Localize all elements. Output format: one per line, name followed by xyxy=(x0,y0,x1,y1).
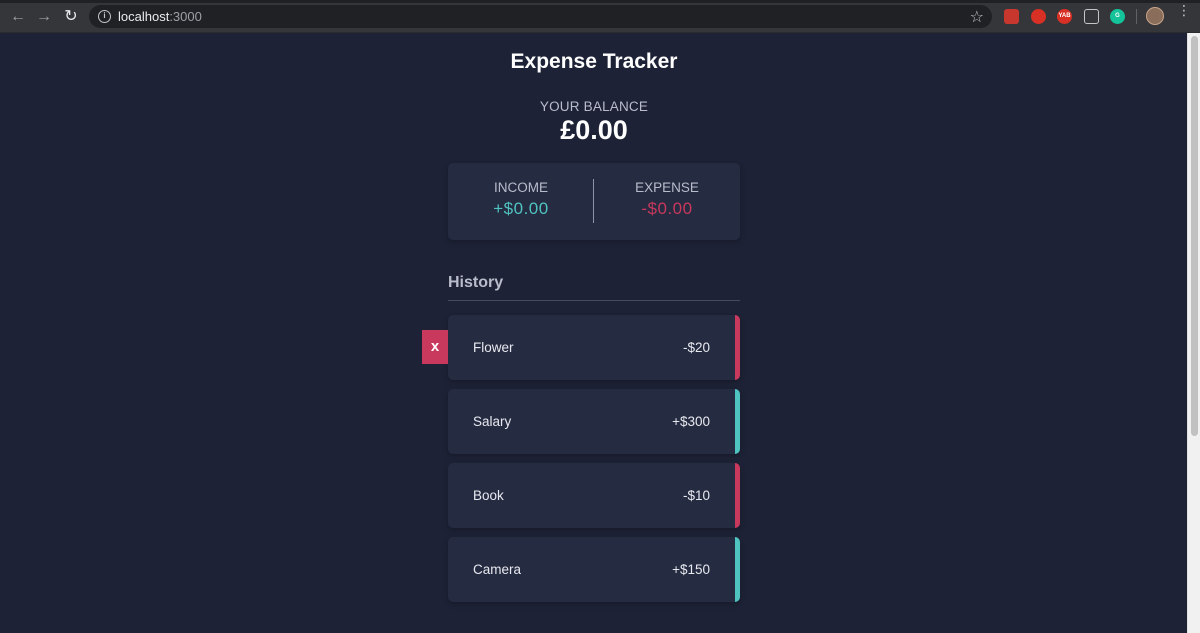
transaction-item[interactable]: Salary +$300 xyxy=(448,389,740,454)
transaction-amount: +$300 xyxy=(672,414,710,429)
page-title: Expense Tracker xyxy=(510,50,678,73)
info-icon[interactable]: i xyxy=(98,10,111,23)
extension-icon-1[interactable] xyxy=(1004,9,1019,24)
address-bar[interactable]: i localhost:3000 ☆ xyxy=(89,5,992,28)
yab-extension-icon[interactable]: YAB xyxy=(1057,9,1072,24)
plus-indicator xyxy=(735,389,740,454)
reload-icon[interactable]: ↻ xyxy=(60,6,82,28)
transaction-name: Camera xyxy=(473,562,522,577)
delete-button[interactable]: x xyxy=(422,330,448,364)
minus-indicator xyxy=(735,463,740,528)
toolbar-separator xyxy=(1136,9,1137,24)
expense-value: -$0.00 xyxy=(641,199,693,218)
grammarly-icon[interactable]: G xyxy=(1110,9,1125,24)
transaction-item[interactable]: Book -$10 xyxy=(448,463,740,528)
transaction-item[interactable]: x Flower -$20 xyxy=(422,315,740,380)
url-text[interactable]: localhost:3000 xyxy=(118,9,202,24)
balance-label: YOUR BALANCE xyxy=(539,99,649,114)
income-value: +$0.00 xyxy=(493,199,549,218)
history-heading: History xyxy=(448,274,504,291)
browser-toolbar: ← → ↻ i localhost:3000 ☆ YAB G ⋮ xyxy=(0,0,1200,33)
tab-strip xyxy=(0,0,1200,3)
plus-indicator xyxy=(735,537,740,602)
balance-value: £0.00 xyxy=(560,115,628,145)
expense-column: EXPENSE -$0.00 xyxy=(594,180,740,219)
adblock-icon[interactable] xyxy=(1031,9,1046,24)
income-label: INCOME xyxy=(494,180,548,195)
page-scrollbar[interactable] xyxy=(1187,33,1200,633)
transaction-amount: +$150 xyxy=(672,562,710,577)
transaction-item[interactable]: Camera +$150 xyxy=(448,537,740,602)
url-host: localhost xyxy=(118,9,170,24)
pocket-icon[interactable] xyxy=(1084,9,1099,24)
transaction-name: Salary xyxy=(473,414,512,429)
forward-icon[interactable]: → xyxy=(33,6,55,28)
bookmark-star-icon[interactable]: ☆ xyxy=(970,7,984,27)
income-expense-card: INCOME +$0.00 EXPENSE -$0.00 xyxy=(448,163,740,240)
history-divider xyxy=(448,300,740,301)
scrollbar-thumb[interactable] xyxy=(1191,36,1198,436)
income-column: INCOME +$0.00 xyxy=(448,180,594,219)
transaction-amount: -$20 xyxy=(682,340,710,355)
profile-avatar[interactable] xyxy=(1146,7,1164,25)
transaction-amount: -$10 xyxy=(682,488,710,503)
expense-label: EXPENSE xyxy=(635,180,699,195)
transaction-name: Book xyxy=(473,488,504,503)
transaction-name: Flower xyxy=(473,340,514,355)
browser-menu-icon[interactable]: ⋮ xyxy=(1177,3,1191,25)
minus-indicator xyxy=(735,315,740,380)
url-port: :3000 xyxy=(169,9,202,24)
back-icon[interactable]: ← xyxy=(7,6,29,28)
